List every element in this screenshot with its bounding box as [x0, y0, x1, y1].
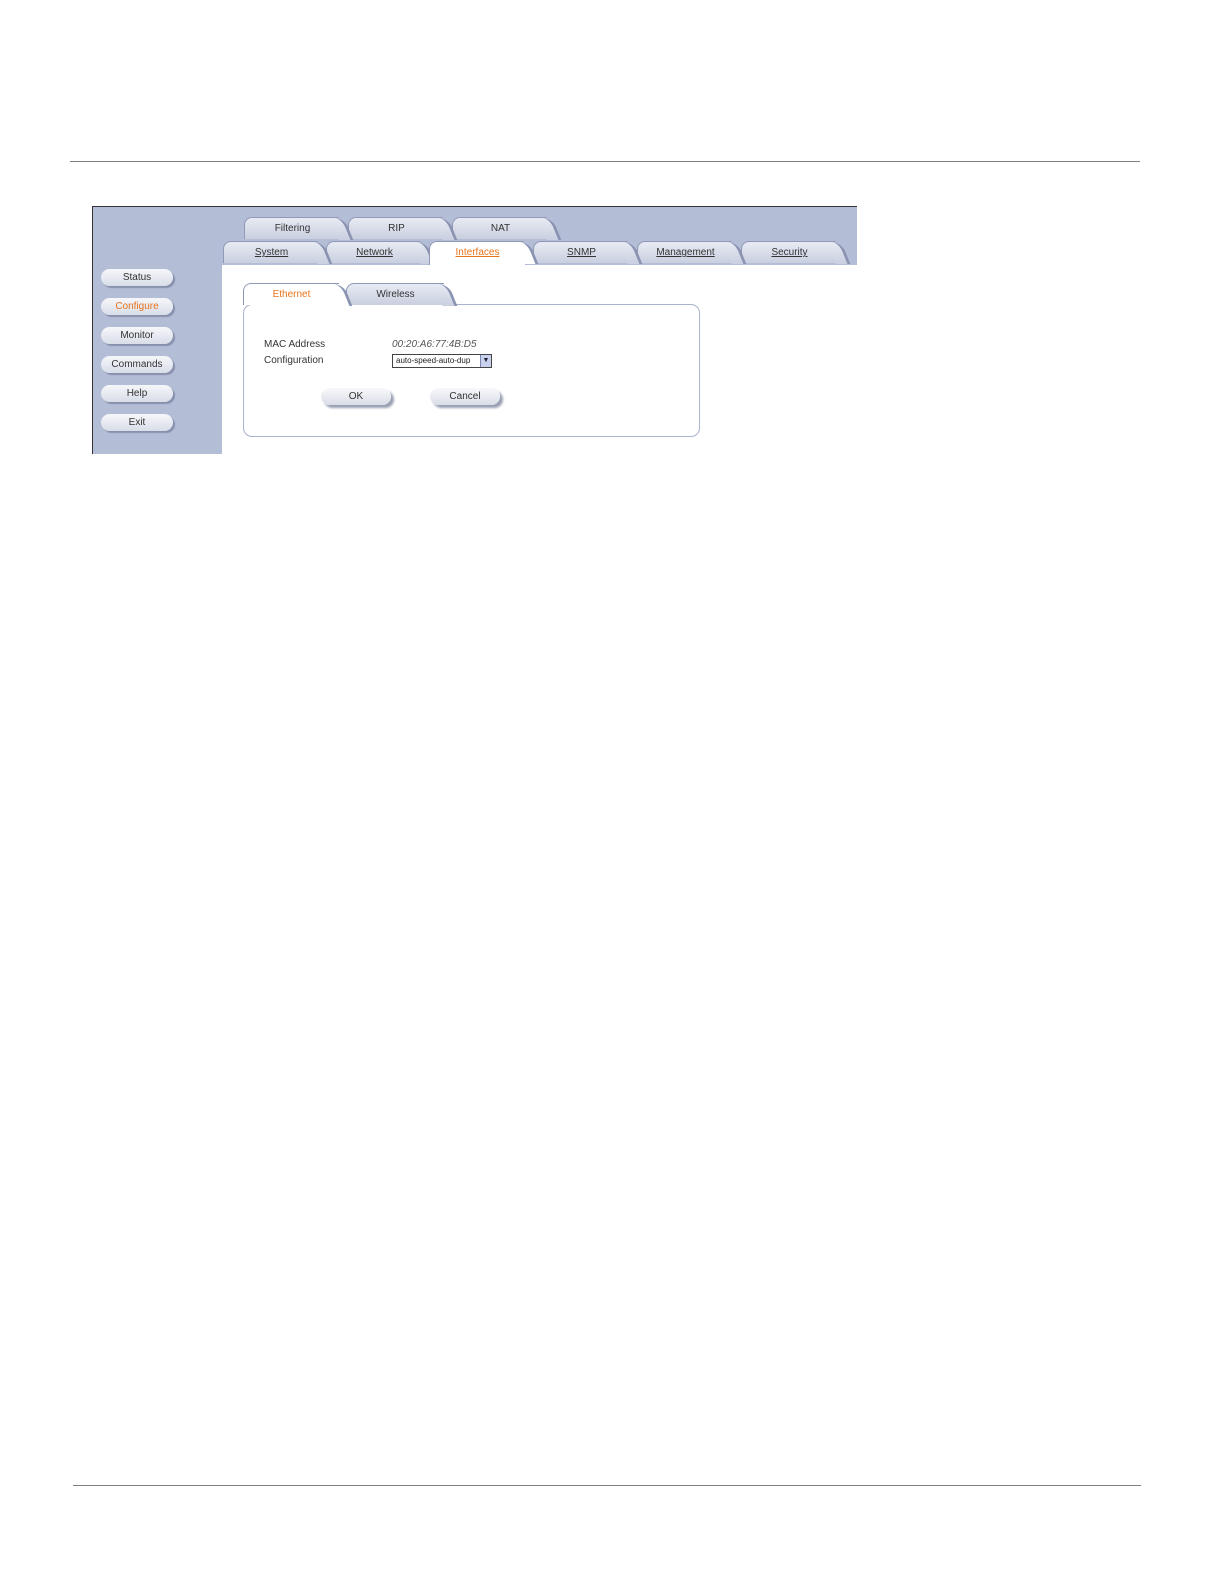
page-top-rule	[70, 161, 1140, 162]
cancel-button[interactable]: Cancel	[430, 388, 500, 405]
tab-system-label: System	[254, 247, 289, 258]
nav-exit-button[interactable]: Exit	[101, 414, 173, 431]
mac-address-label: MAC Address	[264, 339, 326, 350]
subtab-ethernet[interactable]: Ethernet	[243, 283, 339, 305]
left-nav: Status Configure Monitor Commands Help E…	[93, 207, 222, 454]
tab-snmp[interactable]: SNMP	[533, 241, 629, 263]
nav-status-button[interactable]: Status	[101, 269, 173, 286]
nav-configure-button[interactable]: Configure	[101, 298, 173, 315]
tab-snmp-label: SNMP	[567, 247, 596, 258]
nav-help-button[interactable]: Help	[101, 385, 173, 402]
configuration-select[interactable]: auto-speed-auto-dup ▼	[392, 354, 492, 368]
tab-filtering[interactable]: Filtering	[244, 217, 340, 239]
ethernet-panel	[243, 304, 700, 437]
configuration-select-value: auto-speed-auto-dup	[396, 356, 471, 365]
configuration-label: Configuration	[264, 355, 324, 366]
tab-management[interactable]: Management	[637, 241, 733, 263]
tab-rip[interactable]: RIP	[348, 217, 444, 239]
tab-management-label: Management	[656, 247, 715, 258]
ok-button[interactable]: OK	[321, 388, 391, 405]
subtab-wireless[interactable]: Wireless	[346, 283, 444, 305]
tab-interfaces-label: Interfaces	[455, 247, 500, 258]
router-config-screenshot: Status Configure Monitor Commands Help E…	[92, 206, 857, 454]
nav-monitor-button[interactable]: Monitor	[101, 327, 173, 344]
mac-address-value: 00:20:A6:77:4B:D5	[392, 339, 477, 350]
page-bottom-rule	[73, 1485, 1141, 1486]
tab-interfaces[interactable]: Interfaces	[429, 241, 525, 265]
tab-system[interactable]: System	[223, 241, 319, 263]
tab-filtering-label: Filtering	[274, 223, 311, 234]
chevron-down-icon[interactable]: ▼	[480, 355, 491, 367]
tab-nat-label: NAT	[490, 223, 511, 234]
tab-nat[interactable]: NAT	[452, 217, 548, 239]
content-area: Ethernet Wireless MAC Address 00:20:A6:7…	[222, 265, 857, 454]
tab-security[interactable]: Security	[741, 241, 837, 263]
nav-commands-button[interactable]: Commands	[101, 356, 173, 373]
tab-rip-label: RIP	[388, 223, 405, 234]
tab-network[interactable]: Network	[326, 241, 422, 263]
tab-network-label: Network	[356, 247, 393, 258]
tab-bar: Filtering RIP NAT System Network Interfa…	[222, 207, 857, 265]
tab-security-label: Security	[771, 247, 808, 258]
